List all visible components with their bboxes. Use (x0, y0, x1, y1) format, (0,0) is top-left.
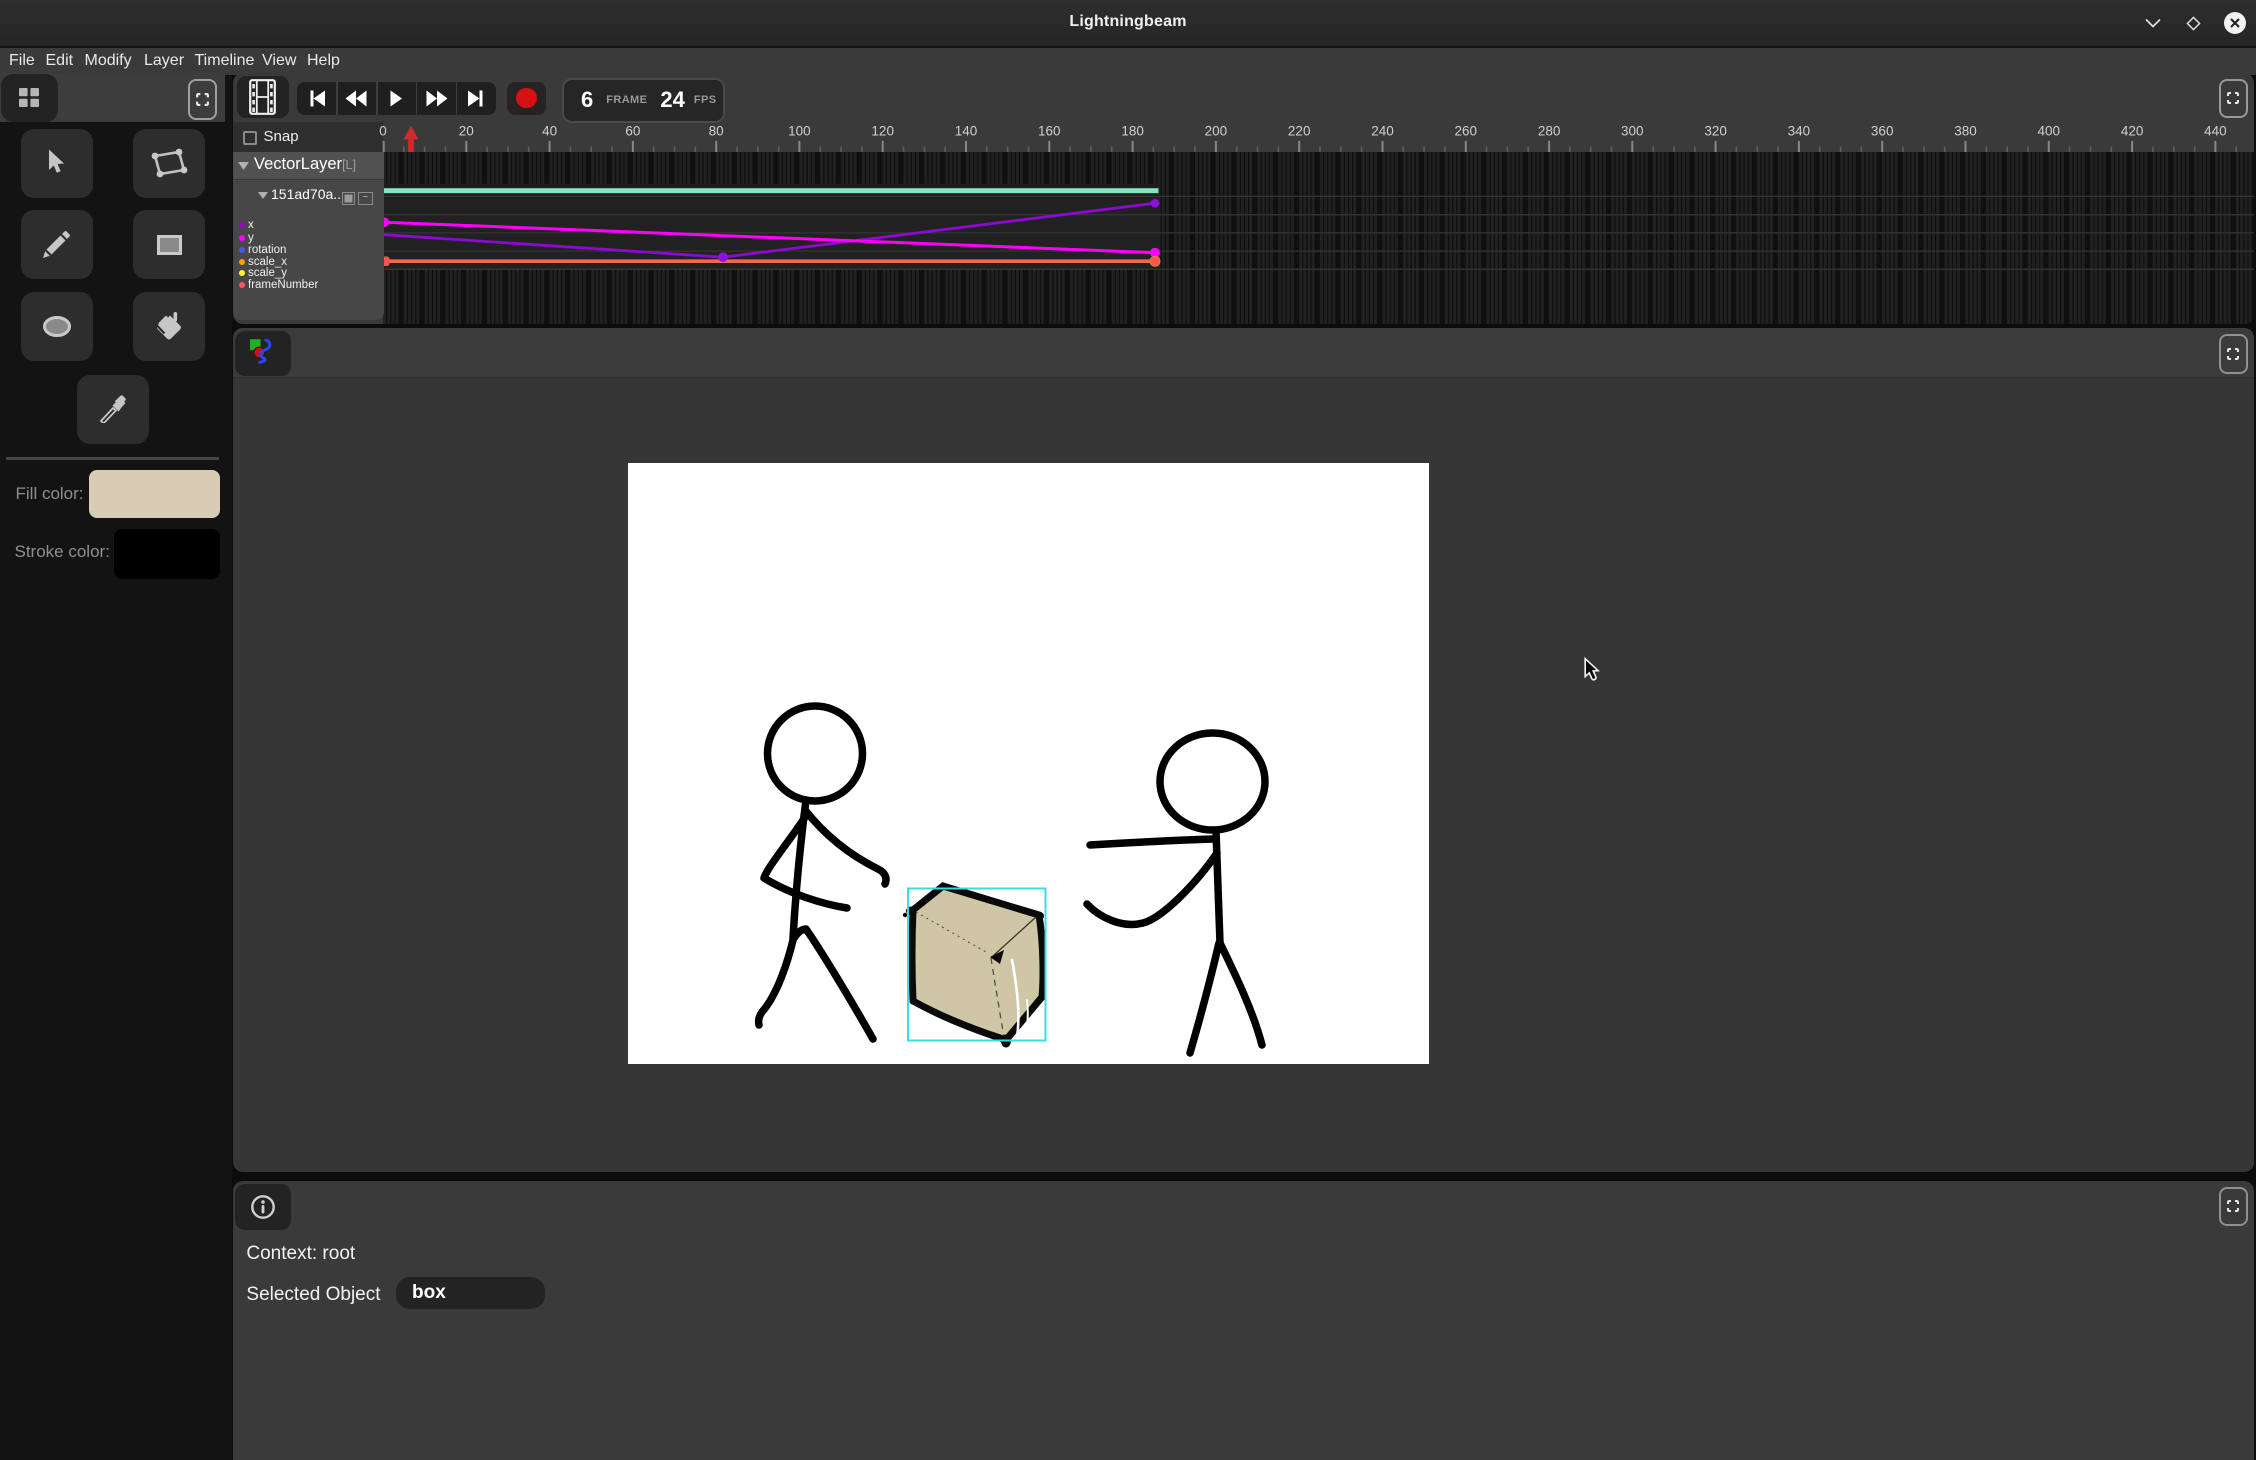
svg-text:400: 400 (2038, 124, 2061, 139)
svg-text:300: 300 (1621, 124, 1644, 139)
svg-text:20: 20 (459, 124, 474, 139)
svg-text:220: 220 (1288, 124, 1311, 139)
svg-text:120: 120 (871, 124, 894, 139)
svg-text:340: 340 (1788, 124, 1811, 139)
svg-text:140: 140 (955, 124, 978, 139)
svg-text:360: 360 (1871, 124, 1894, 139)
svg-text:60: 60 (625, 124, 640, 139)
svg-text:200: 200 (1205, 124, 1228, 139)
svg-text:80: 80 (709, 124, 724, 139)
svg-text:160: 160 (1038, 124, 1061, 139)
svg-text:240: 240 (1371, 124, 1394, 139)
svg-text:380: 380 (1954, 124, 1977, 139)
svg-text:180: 180 (1121, 124, 1144, 139)
svg-text:280: 280 (1538, 124, 1561, 139)
svg-text:0: 0 (379, 124, 387, 139)
svg-text:260: 260 (1455, 124, 1478, 139)
svg-text:40: 40 (542, 124, 557, 139)
svg-text:440: 440 (2204, 124, 2227, 139)
svg-text:420: 420 (2121, 124, 2144, 139)
svg-text:320: 320 (1704, 124, 1727, 139)
svg-text:100: 100 (788, 124, 811, 139)
